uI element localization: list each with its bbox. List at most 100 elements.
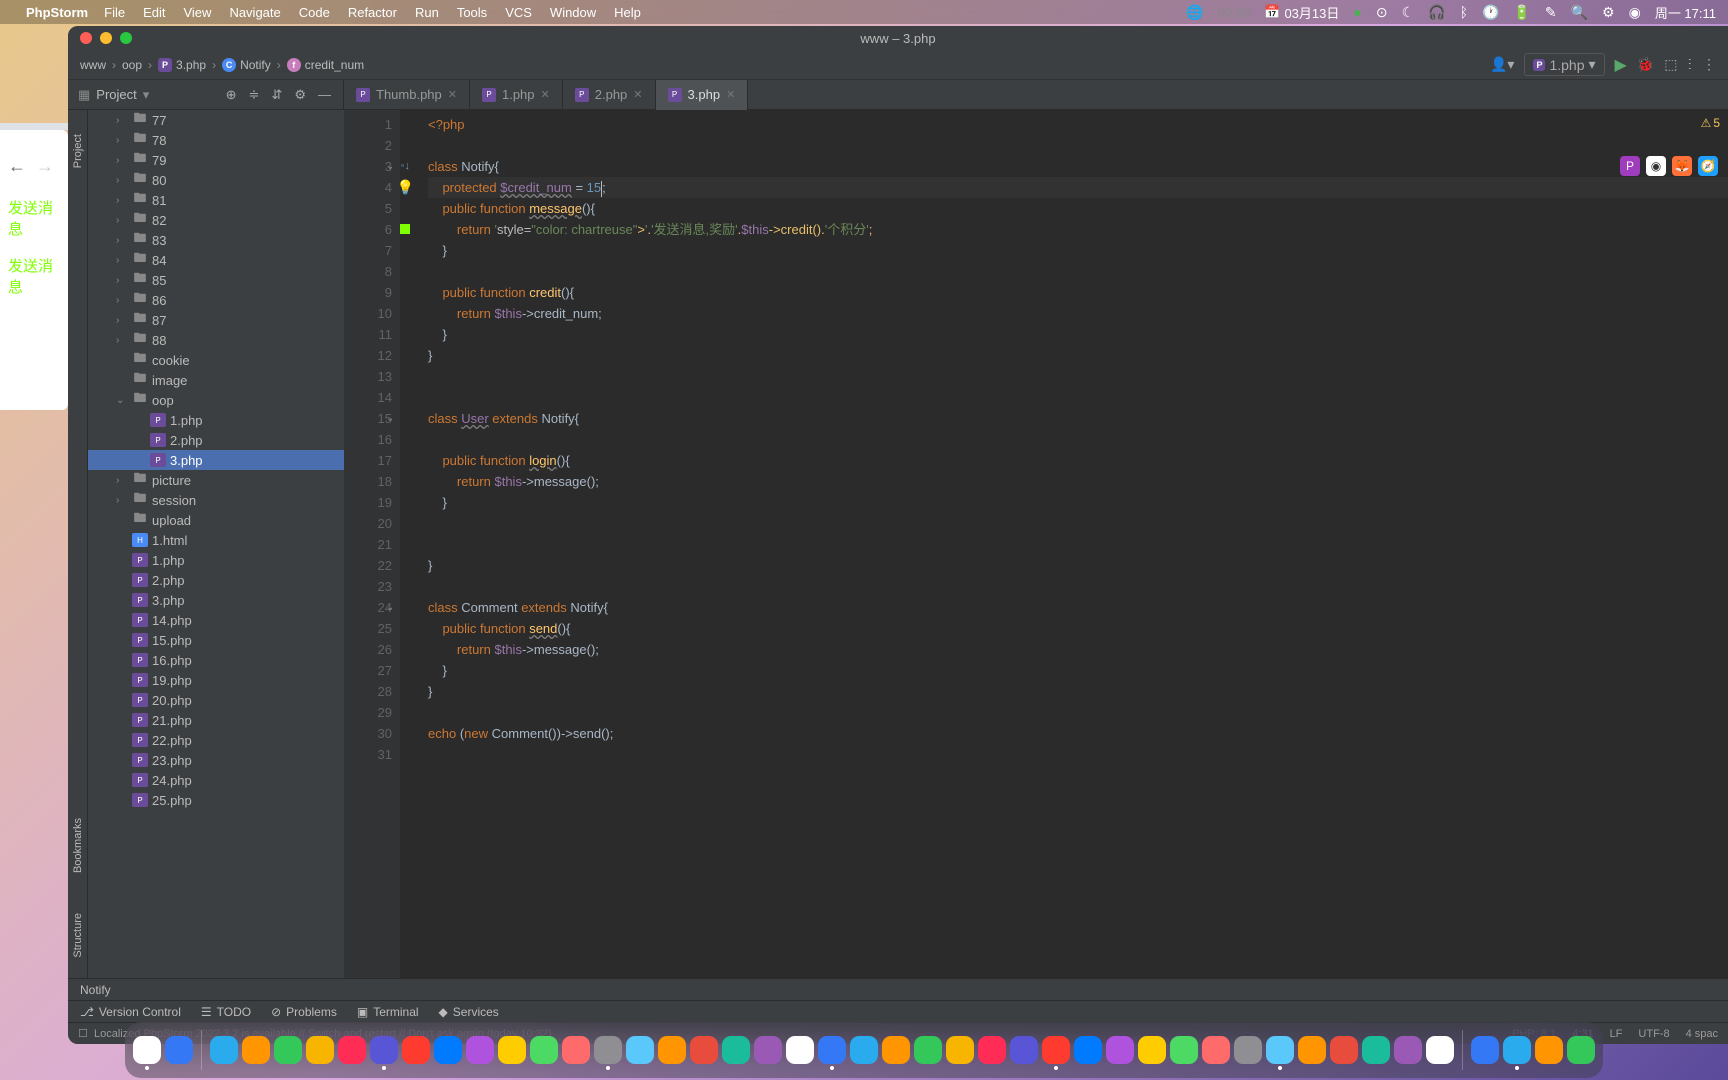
code-editor[interactable]: 123◦↓4💡567891011121314151617181920212223… bbox=[344, 110, 1728, 978]
eyedropper-icon[interactable]: ✎ bbox=[1545, 4, 1557, 21]
code-line[interactable] bbox=[428, 513, 1728, 534]
code-line[interactable]: public function message(){ bbox=[428, 198, 1728, 219]
moon-icon[interactable]: ☾ bbox=[1402, 4, 1415, 21]
dock-app-icon[interactable] bbox=[722, 1036, 750, 1064]
dock-app-icon[interactable] bbox=[1362, 1036, 1390, 1064]
tree-node[interactable]: ›🖿81 bbox=[88, 190, 344, 210]
tree-node[interactable]: ›🖿85 bbox=[88, 270, 344, 290]
project-view-selector[interactable]: ▦ Project ▾ bbox=[68, 87, 159, 103]
inspection-badge[interactable]: ⚠ 5 bbox=[1701, 116, 1720, 130]
code-line[interactable]: return 'style="color: chartreuse">'.'发送消… bbox=[428, 219, 1728, 240]
dock-app-icon[interactable] bbox=[1535, 1036, 1563, 1064]
code-line[interactable]: return $this->message(); bbox=[428, 471, 1728, 492]
code-line[interactable] bbox=[428, 576, 1728, 597]
mac-dock[interactable] bbox=[125, 1022, 1603, 1078]
dock-app-icon[interactable] bbox=[498, 1036, 526, 1064]
tree-node[interactable]: P3.php bbox=[88, 450, 344, 470]
profiler-icon[interactable]: ⵗ bbox=[1688, 56, 1692, 73]
bluetooth-icon[interactable]: ᛒ bbox=[1460, 4, 1468, 20]
dock-app-icon[interactable] bbox=[165, 1036, 193, 1064]
project-tool-button[interactable]: Project bbox=[72, 134, 84, 168]
dock-app-icon[interactable] bbox=[1426, 1036, 1454, 1064]
code-line[interactable]: } bbox=[428, 681, 1728, 702]
dock-app-icon[interactable] bbox=[466, 1036, 494, 1064]
menu-run[interactable]: Run bbox=[415, 5, 439, 20]
dock-app-icon[interactable] bbox=[1170, 1036, 1198, 1064]
crumb-class[interactable]: CNotify bbox=[222, 58, 271, 72]
add-config-icon[interactable]: 👤▾ bbox=[1490, 56, 1514, 73]
firefox-icon[interactable]: 🦊 bbox=[1672, 156, 1692, 176]
tree-node[interactable]: 🖿upload bbox=[88, 510, 344, 530]
close-tab-icon[interactable]: ✕ bbox=[633, 88, 642, 101]
tree-node[interactable]: ›🖿picture bbox=[88, 470, 344, 490]
problems-tool[interactable]: ⊘ Problems bbox=[271, 1005, 337, 1019]
collapse-all-icon[interactable]: ⇵ bbox=[271, 87, 282, 103]
editor-tab[interactable]: P3.php✕ bbox=[656, 80, 749, 110]
dock-app-icon[interactable] bbox=[946, 1036, 974, 1064]
tree-node[interactable]: P24.php bbox=[88, 770, 344, 790]
menu-tools[interactable]: Tools bbox=[457, 5, 487, 20]
close-tab-icon[interactable]: ✕ bbox=[448, 88, 457, 101]
structure-tool-button[interactable]: Structure bbox=[72, 913, 84, 958]
dock-app-icon[interactable] bbox=[1330, 1036, 1358, 1064]
close-tab-icon[interactable]: ✕ bbox=[541, 88, 550, 101]
dock-app-icon[interactable] bbox=[850, 1036, 878, 1064]
dock-app-icon[interactable] bbox=[978, 1036, 1006, 1064]
tree-node[interactable]: ›🖿82 bbox=[88, 210, 344, 230]
dock-app-icon[interactable] bbox=[626, 1036, 654, 1064]
dock-app-icon[interactable] bbox=[786, 1036, 814, 1064]
more-actions-icon[interactable]: ⋮ bbox=[1702, 56, 1716, 73]
app-name[interactable]: PhpStorm bbox=[26, 5, 88, 20]
dock-app-icon[interactable] bbox=[1471, 1036, 1499, 1064]
tree-node[interactable]: 🖿image bbox=[88, 370, 344, 390]
dock-app-icon[interactable] bbox=[1503, 1036, 1531, 1064]
code-line[interactable] bbox=[428, 534, 1728, 555]
clock-day-time[interactable]: 周一 17:11 bbox=[1655, 3, 1716, 22]
menu-refactor[interactable]: Refactor bbox=[348, 5, 397, 20]
code-line[interactable]: public function send(){ bbox=[428, 618, 1728, 639]
dock-app-icon[interactable] bbox=[754, 1036, 782, 1064]
dock-app-icon[interactable] bbox=[1138, 1036, 1166, 1064]
status-notification-icon[interactable]: ☐ bbox=[78, 1027, 88, 1040]
tree-node[interactable]: ›🖿80 bbox=[88, 170, 344, 190]
status-indent[interactable]: 4 spac bbox=[1686, 1028, 1718, 1040]
dock-app-icon[interactable] bbox=[434, 1036, 462, 1064]
menu-code[interactable]: Code bbox=[299, 5, 330, 20]
date-display[interactable]: 📅03月13日 bbox=[1264, 3, 1339, 22]
code-line[interactable]: ⌄class Notify{ bbox=[428, 156, 1728, 177]
globe-icon[interactable]: 🌐 bbox=[1186, 4, 1203, 21]
editor-tab[interactable]: P2.php✕ bbox=[563, 80, 656, 110]
dock-app-icon[interactable] bbox=[306, 1036, 334, 1064]
menu-navigate[interactable]: Navigate bbox=[229, 5, 280, 20]
code-line[interactable]: } bbox=[428, 555, 1728, 576]
phpstorm-preview-icon[interactable]: P bbox=[1620, 156, 1640, 176]
tree-node[interactable]: P3.php bbox=[88, 590, 344, 610]
dock-app-icon[interactable] bbox=[530, 1036, 558, 1064]
dock-app-icon[interactable] bbox=[818, 1036, 846, 1064]
code-line[interactable]: return $this->credit_num; bbox=[428, 303, 1728, 324]
settings-icon[interactable]: ⚙ bbox=[294, 87, 306, 103]
menu-help[interactable]: Help bbox=[614, 5, 641, 20]
safari-icon[interactable]: 🧭 bbox=[1698, 156, 1718, 176]
code-line[interactable]: } bbox=[428, 345, 1728, 366]
ide-titlebar[interactable]: www – 3.php bbox=[68, 26, 1728, 50]
code-line[interactable] bbox=[428, 429, 1728, 450]
status-line-ending[interactable]: LF bbox=[1610, 1028, 1623, 1040]
tree-node[interactable]: ›🖿86 bbox=[88, 290, 344, 310]
tree-node[interactable]: ›🖿87 bbox=[88, 310, 344, 330]
tree-node[interactable]: H1.html bbox=[88, 530, 344, 550]
menu-vcs[interactable]: VCS bbox=[505, 5, 532, 20]
status-dot-icon[interactable]: ● bbox=[1353, 4, 1361, 20]
tree-node[interactable]: ›🖿77 bbox=[88, 110, 344, 130]
code-line[interactable]: } bbox=[428, 240, 1728, 261]
close-tab-icon[interactable]: ✕ bbox=[726, 88, 735, 101]
battery-icon[interactable]: 🔋 bbox=[1513, 4, 1530, 21]
coverage-icon[interactable]: ⬚ bbox=[1664, 56, 1677, 73]
dock-app-icon[interactable] bbox=[690, 1036, 718, 1064]
tree-node[interactable]: ›🖿84 bbox=[88, 250, 344, 270]
editor-code-area[interactable]: <?php ⌄class Notify{ protected $credit_n… bbox=[400, 110, 1728, 978]
control-center-icon[interactable]: ⚙ bbox=[1602, 4, 1615, 21]
close-window-icon[interactable] bbox=[80, 32, 92, 44]
code-line[interactable]: public function credit(){ bbox=[428, 282, 1728, 303]
tree-node[interactable]: P19.php bbox=[88, 670, 344, 690]
